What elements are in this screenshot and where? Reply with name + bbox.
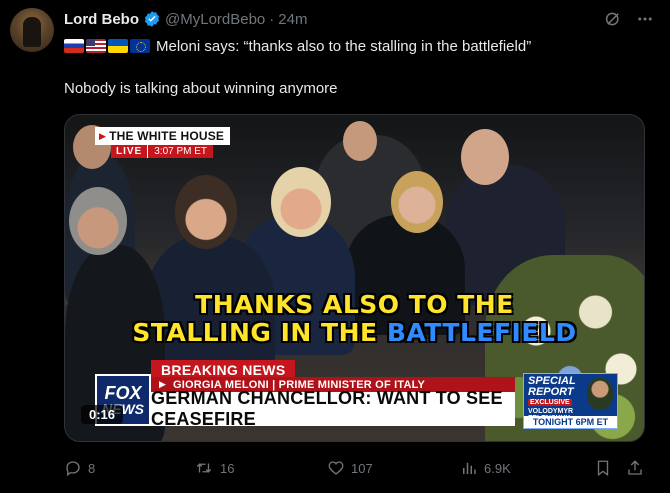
author-handle[interactable]: @MyLordBebo	[165, 11, 265, 28]
grok-icon[interactable]	[604, 10, 622, 28]
bookmark-icon	[597, 460, 609, 477]
ukraine-flag-icon	[108, 39, 128, 53]
white-house-label: THE WHITE HOUSE	[109, 129, 225, 143]
tweet-actions: 8 16 107 6.9K	[64, 456, 646, 480]
video-head-right	[461, 129, 509, 185]
flag-emojis	[64, 39, 150, 53]
chyron-headline: GERMAN CHANCELLOR: WANT TO SEE CEASEFIRE	[151, 388, 515, 429]
like-button[interactable]: 107	[327, 459, 373, 477]
author-avatar[interactable]	[10, 8, 54, 52]
live-bar: LIVE 3:07 PM ET	[111, 145, 214, 158]
live-time: 3:07 PM ET	[147, 145, 214, 158]
special-report-box: SPECIAL REPORT EXCLUSIVE VOLODYMYR ZELEN…	[523, 373, 618, 429]
share-button[interactable]	[626, 459, 644, 477]
video-head-trump	[271, 167, 331, 237]
play-triangle-icon: ▶	[99, 130, 107, 141]
repost-icon	[196, 463, 212, 473]
share-icon	[628, 460, 642, 475]
verified-badge-icon	[143, 10, 161, 28]
tweet-text-line1-row: Meloni says: “thanks also to the stallin…	[64, 35, 654, 57]
special-report-title: SPECIAL REPORT	[528, 375, 576, 398]
video-head-suit-back	[343, 121, 377, 161]
usa-flag-icon	[86, 39, 106, 53]
caption-line2-prefix: STALLING IN THE	[132, 318, 387, 347]
more-options-icon[interactable]	[636, 10, 654, 28]
russia-flag-icon	[64, 39, 84, 53]
tweet-time[interactable]: 24m	[278, 11, 307, 28]
tweet-text-line1: Meloni says: “thanks also to the stallin…	[156, 37, 532, 55]
views-chart-icon	[463, 462, 476, 474]
fox-logo-line1: FOX	[104, 383, 142, 403]
live-label: LIVE	[111, 145, 148, 158]
repost-count: 16	[220, 460, 235, 476]
caption-line2: STALLING IN THE BATTLEFIELD	[65, 318, 644, 347]
video-head-left-front	[69, 187, 127, 255]
views-button[interactable]: 6.9K	[460, 459, 511, 477]
white-house-logo: ▶ THE WHITE HOUSE	[95, 127, 231, 145]
bookmark-button[interactable]	[594, 459, 612, 477]
reply-button[interactable]: 8	[64, 459, 95, 477]
special-airtime: TONIGHT 6PM ET	[524, 416, 617, 428]
author-name[interactable]: Lord Bebo	[64, 11, 139, 28]
video-player[interactable]: ▶ THE WHITE HOUSE LIVE 3:07 PM ET THANKS…	[64, 114, 645, 442]
special-guest-photo	[587, 378, 613, 410]
video-duration: 0:16	[81, 405, 124, 424]
reply-count: 8	[88, 460, 96, 476]
header-icons	[604, 10, 654, 28]
like-count: 107	[351, 460, 373, 476]
views-count: 6.9K	[484, 460, 511, 476]
heart-icon	[328, 461, 344, 475]
eu-flag-icon	[130, 39, 150, 53]
video-head-macron	[175, 175, 237, 249]
caption-line1: THANKS ALSO TO THE	[195, 290, 514, 319]
tweet-header: Lord Bebo @MyLordBebo · 24m	[64, 9, 654, 29]
reply-icon	[66, 461, 80, 477]
video-head-meloni	[391, 171, 443, 233]
repost-button[interactable]: 16	[194, 459, 234, 477]
special-exclusive-label: EXCLUSIVE	[528, 399, 572, 406]
caption-line2-highlight: BATTLEFIELD	[386, 318, 577, 347]
tweet-text-line2: Nobody is talking about winning anymore	[64, 80, 338, 97]
avatar-figure	[23, 17, 41, 47]
header-separator: ·	[269, 10, 275, 28]
